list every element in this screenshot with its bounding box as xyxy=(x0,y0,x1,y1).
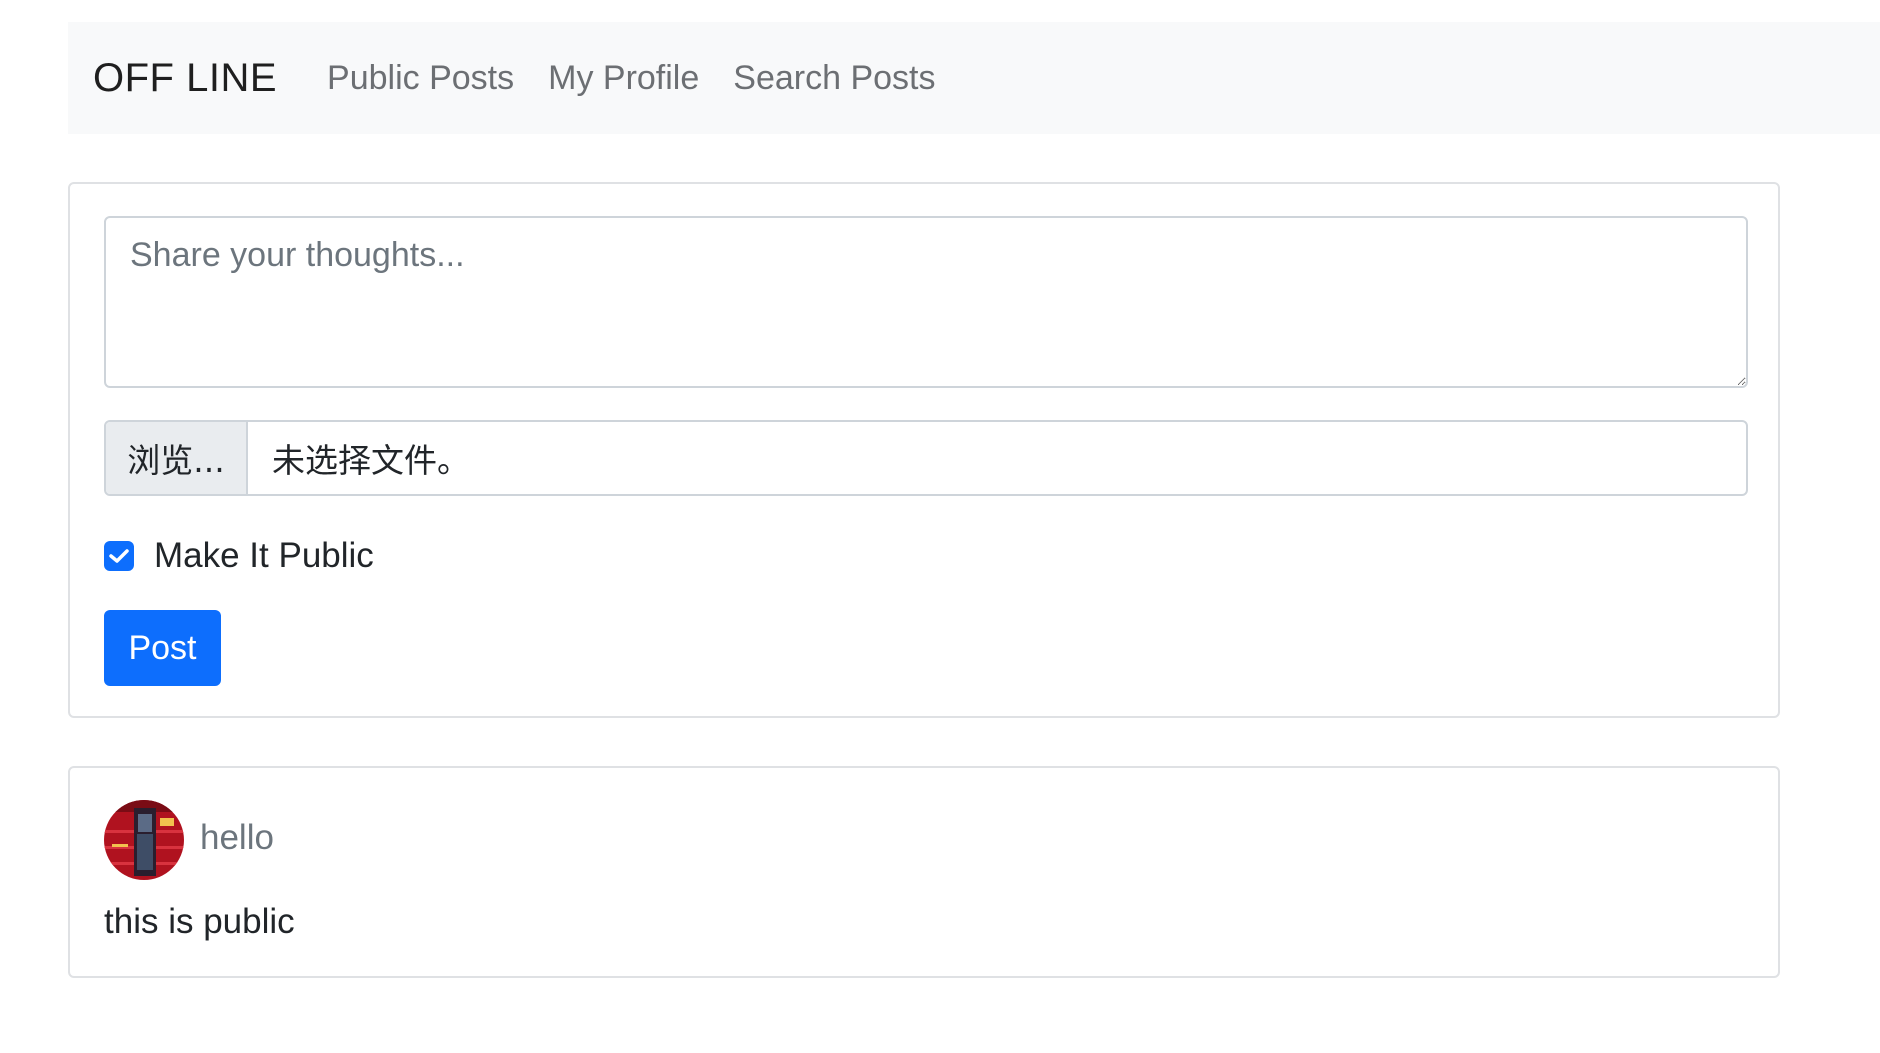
make-public-checkbox[interactable] xyxy=(104,541,134,571)
nav-link-public-posts[interactable]: Public Posts xyxy=(327,59,514,98)
post-body-text: this is public xyxy=(104,902,295,941)
post-composer-card: 浏览... 未选择文件。 Make It Public Post xyxy=(68,182,1780,718)
thoughts-textarea[interactable] xyxy=(104,216,1748,388)
browse-button[interactable]: 浏览... xyxy=(106,422,248,494)
public-checkbox-row: Make It Public xyxy=(104,536,374,576)
post-author-name[interactable]: hello xyxy=(200,818,274,858)
file-status-text: 未选择文件。 xyxy=(272,441,470,480)
post-button[interactable]: Post xyxy=(104,610,221,686)
nav-link-my-profile[interactable]: My Profile xyxy=(548,59,699,98)
user-avatar-icon xyxy=(104,800,184,880)
post-card: hello this is public xyxy=(68,766,1780,978)
author-avatar[interactable] xyxy=(104,800,184,880)
nav-link-search-posts[interactable]: Search Posts xyxy=(733,59,935,98)
make-public-label[interactable]: Make It Public xyxy=(154,536,374,576)
file-upload-input[interactable]: 浏览... 未选择文件。 xyxy=(104,420,1748,496)
top-navbar: OFF LINE Public Posts My Profile Search … xyxy=(68,22,1880,134)
brand-logo[interactable]: OFF LINE xyxy=(93,56,277,101)
checkmark-icon xyxy=(109,549,129,563)
